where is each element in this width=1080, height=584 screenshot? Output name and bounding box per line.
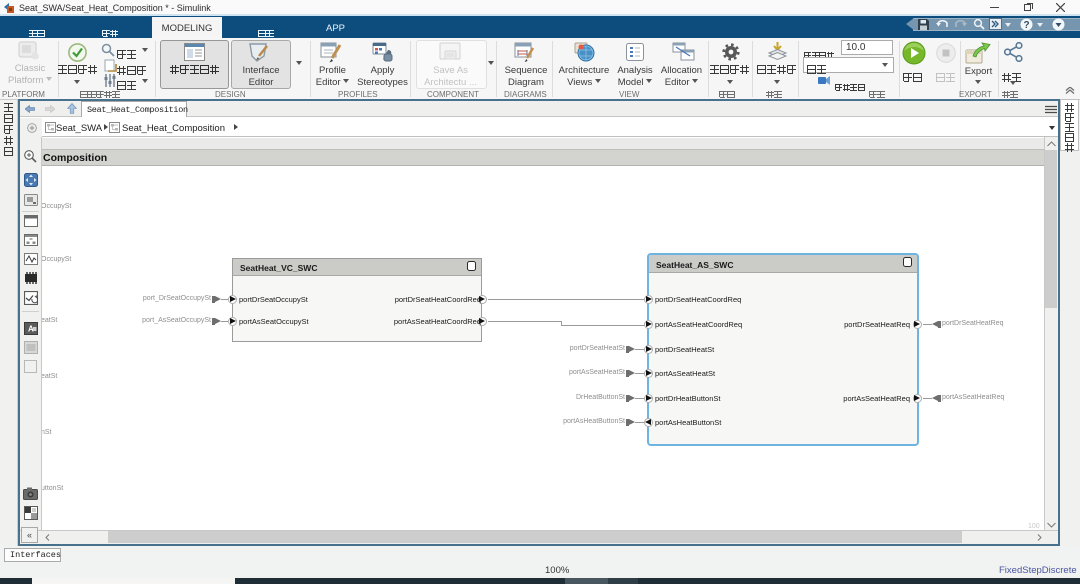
svg-text:?: ? xyxy=(1023,20,1029,31)
